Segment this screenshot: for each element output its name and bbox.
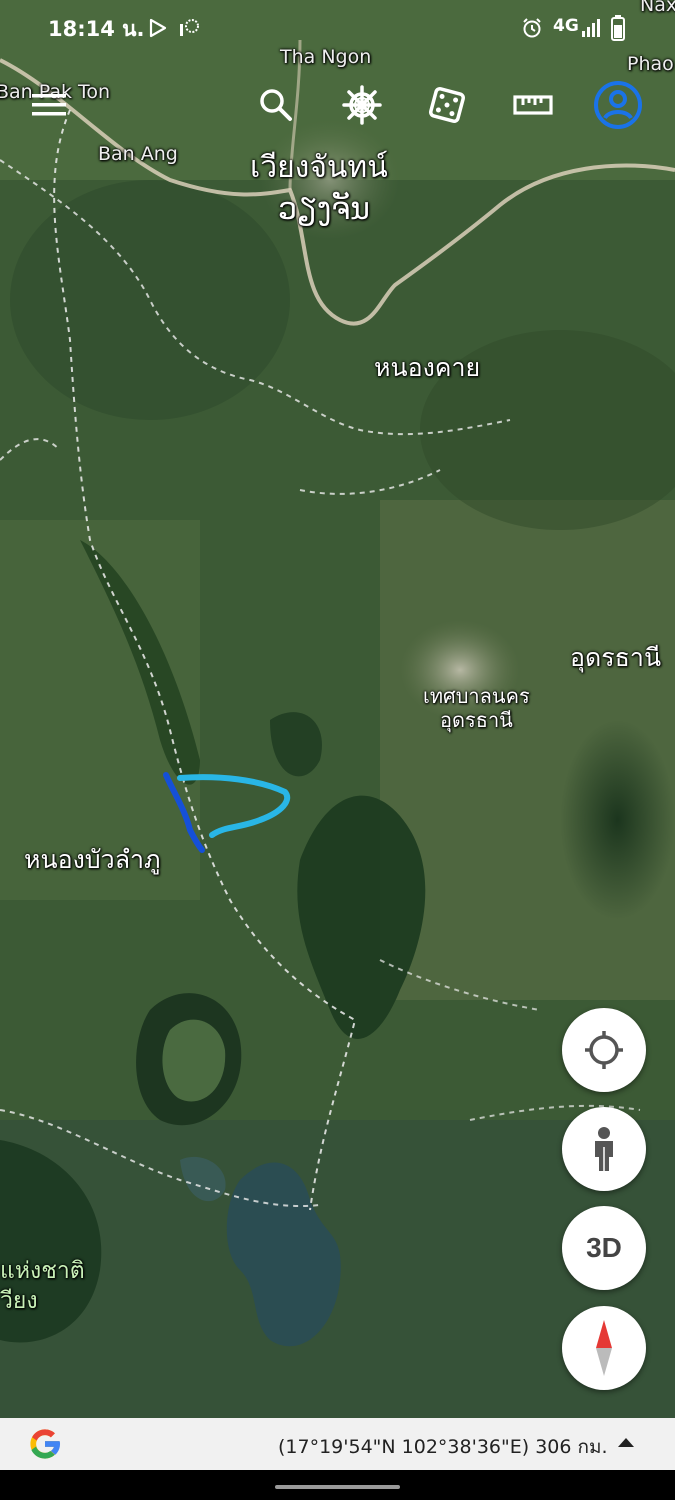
map-label-national-park-line1: แห่งชาติ xyxy=(0,1258,85,1284)
measure-button[interactable] xyxy=(506,78,560,132)
account-icon xyxy=(594,81,642,129)
map-label-nong-khai: หนองคาย xyxy=(374,353,481,382)
home-gesture-pill[interactable] xyxy=(275,1485,400,1489)
feeling-lucky-button[interactable] xyxy=(420,78,474,132)
menu-icon xyxy=(32,94,66,116)
map-label-vientiane-thai: เวียงจันทน์ xyxy=(250,150,388,185)
triangle-up-icon[interactable] xyxy=(617,1436,635,1448)
system-nav-bar xyxy=(0,1470,675,1500)
status-bar: 18:14 น. 4G xyxy=(0,0,675,56)
compass-button[interactable] xyxy=(562,1306,646,1390)
map-label-vientiane-lao: ວຽງຈັນ xyxy=(278,192,370,227)
crosshair-icon xyxy=(585,1031,623,1069)
three-d-label: 3D xyxy=(586,1232,622,1263)
map-label-udon-city-line1: เทศบาลนคร xyxy=(423,684,530,708)
signal-icon xyxy=(582,19,600,37)
menu-button[interactable] xyxy=(22,78,76,132)
search-icon xyxy=(260,89,292,121)
voyager-button[interactable] xyxy=(335,78,389,132)
my-location-button[interactable] xyxy=(562,1008,646,1092)
three-d-button[interactable]: 3D xyxy=(562,1206,646,1290)
map-label-phao: Phao xyxy=(627,53,674,75)
map-label-udon-thani: อุดรธานี xyxy=(570,643,662,672)
map-label-national-park-line2: วียง xyxy=(0,1288,38,1314)
account-button[interactable] xyxy=(591,78,645,132)
satellite-map[interactable]: Tha Ngon Phao Nax Ban Pak Ton Ban Ang เว… xyxy=(0,0,675,1418)
network-type: 4G xyxy=(553,16,579,36)
bottom-bar: (17°19'54"N 102°38'36"E) 306 กม. xyxy=(0,1418,675,1470)
search-button[interactable] xyxy=(249,78,303,132)
voyager-wheel-icon xyxy=(342,85,382,125)
google-g-logo xyxy=(30,1429,61,1459)
map-label-nong-bua-lamphu: หนองบัวลำภู xyxy=(24,845,161,874)
status-time: 18:14 น. xyxy=(48,17,145,41)
map-label-ban-ang: Ban Ang xyxy=(98,143,178,165)
compass-icon xyxy=(596,1320,612,1376)
coordinates-readout: (17°19'54"N 102°38'36"E) 306 กม. xyxy=(278,1436,608,1458)
dice-icon xyxy=(429,87,465,123)
play-store-icon xyxy=(149,18,167,38)
alarm-icon xyxy=(523,18,541,38)
ruler-icon xyxy=(513,95,553,115)
pegman-icon xyxy=(595,1127,613,1171)
street-view-button[interactable] xyxy=(562,1107,646,1191)
app-notification-icon xyxy=(180,19,199,36)
battery-icon xyxy=(611,15,625,41)
map-label-udon-city-line2: อุดรธานี xyxy=(440,708,513,732)
